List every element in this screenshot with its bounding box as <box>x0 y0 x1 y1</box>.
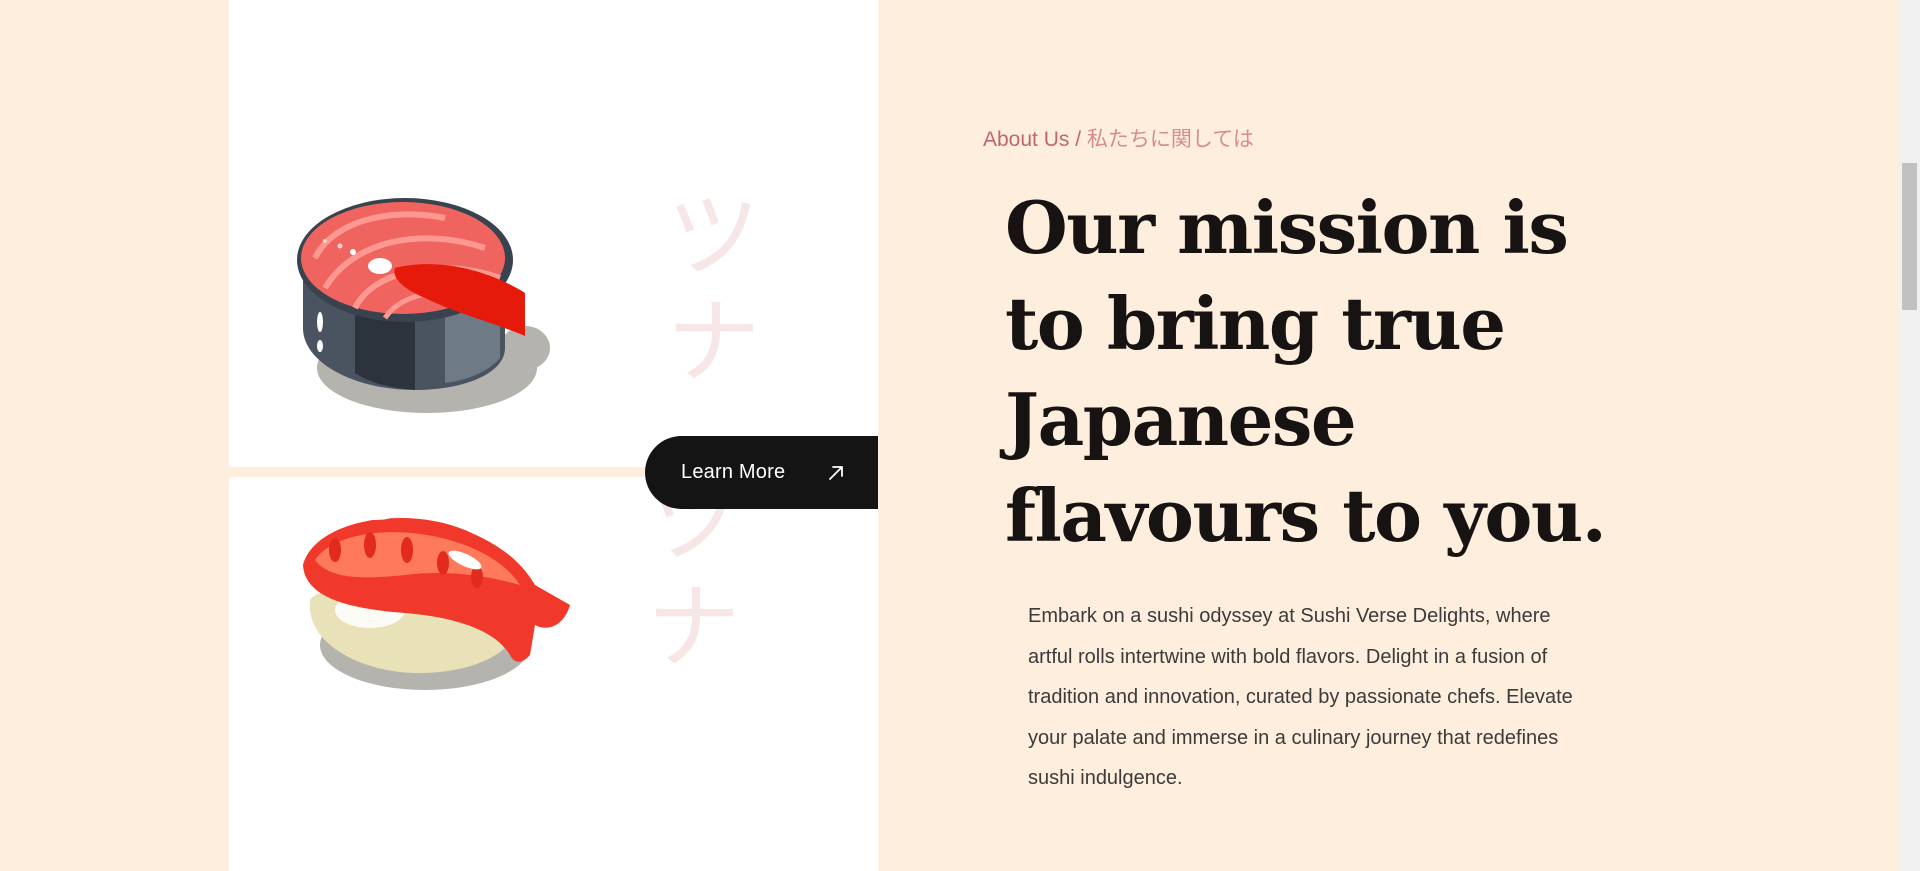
section-eyebrow: About Us / 私たちに関しては <box>983 123 1254 153</box>
eyebrow-label: About Us / <box>983 128 1082 151</box>
page: ツナ ツナ Learn More About Us / 私たちに関しては Our… <box>0 0 1920 871</box>
scrollbar-thumb[interactable] <box>1902 163 1917 310</box>
learn-more-button[interactable]: Learn More <box>645 436 878 509</box>
shrimp-nigiri-illustration <box>303 510 570 690</box>
arrow-up-right-icon <box>829 466 843 480</box>
mission-headline: Our mission is to bring true Japanese fl… <box>1005 185 1607 558</box>
salmon-illustration <box>297 198 550 413</box>
vertical-scrollbar[interactable] <box>1899 0 1920 871</box>
decorative-katakana-top: ツナ <box>649 185 761 397</box>
eyebrow-label-japanese: 私たちに関しては <box>1086 128 1254 151</box>
learn-more-label: Learn More <box>681 461 786 483</box>
about-description: Embark on a sushi odyssey at Sushi Verse… <box>1028 605 1573 789</box>
